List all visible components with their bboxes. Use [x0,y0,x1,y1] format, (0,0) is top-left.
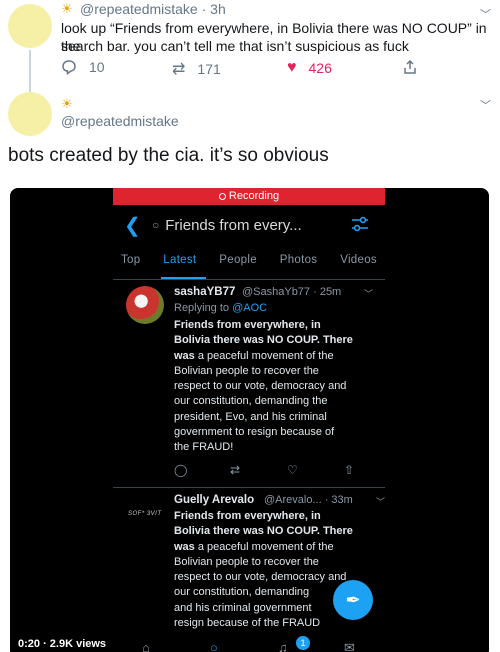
tweet-handle[interactable]: @repeatedmistake [61,113,179,129]
notification-badge: 1 [296,636,310,650]
compose-button[interactable]: ✒ [333,580,373,620]
tweet-line: our constitution, demanding the [174,395,328,408]
avatar[interactable] [8,4,52,48]
mail-icon[interactable]: ✉ [344,640,355,652]
tab-videos[interactable]: Videos [340,254,377,278]
tab-photos[interactable]: Photos [280,254,318,278]
tweet-meta: @Arevalo... · 33m [264,494,353,506]
tab-latest[interactable]: Latest [163,254,196,278]
retweet-icon: ⇄ [172,61,186,78]
retweet-count: 171 [197,61,221,77]
tab-people[interactable]: People [219,254,257,278]
search-query-text: Friends from every... [165,216,302,234]
heart-icon[interactable]: ♡ [287,463,298,477]
heart-icon: ♥ [287,59,297,76]
tweet-meta: @SashaYb77 · 25m [242,286,342,298]
like-count: 426 [308,60,332,76]
screen-recording-video[interactable]: Recording ❮ ○ Friends from every... Top … [10,188,489,652]
search-icon: ○ [152,218,160,232]
tweet-author-name[interactable]: sashaYB77 [174,286,235,298]
search-tabs: Top Latest People Photos Videos [113,254,385,278]
chevron-down-icon[interactable]: ﹀ [376,495,385,508]
replying-prefix: Replying to [174,302,230,314]
tab-top[interactable]: Top [121,254,140,278]
tweet-line: a peaceful movement of the [194,540,334,553]
tweet-line: Bolivian people to recover the [174,555,319,568]
handle-text[interactable]: @repeatedmistake [80,1,198,17]
tweet-line: Bolivian people to recover the [174,364,319,377]
back-chevron-icon[interactable]: ❮ [124,213,141,238]
tweet-author-name[interactable]: Guelly Arevalo [174,494,254,506]
filter-icon[interactable] [350,214,370,234]
tweet-line: was [174,540,195,553]
tweet-text-line: search bar. you can’t tell me that isn’t… [61,38,409,54]
tweet-line: Friends from everywhere, in [174,510,321,522]
tweet-handle[interactable]: @repeatedmistake · 3h [80,1,226,17]
divider [113,487,385,488]
tweet-line: government to resign because of [174,426,335,439]
compose-icon: ✒ [345,590,361,610]
reply-tweet-text: bots created by the cia. it’s so obvious [8,145,329,166]
tweet-line: a peaceful movement of the [194,349,334,362]
record-icon [218,193,226,200]
tweet-line: Bolivia there was NO COUP. There [174,525,353,538]
share-icon[interactable]: ⇧ [344,463,354,477]
home-icon[interactable]: ⌂ [142,640,150,652]
recording-label: Recording [228,190,280,202]
chevron-down-icon[interactable]: ﹀ [364,287,373,300]
tweet-line: the FRAUD! [174,441,234,454]
reply-icon[interactable]: ◯ [174,463,187,477]
replying-to-link[interactable]: @AOC [232,302,267,314]
sun-icon: ☀ [61,1,73,16]
avatar[interactable] [8,92,52,136]
tweet-line: president, Evo, and his criminal [174,410,327,423]
tweet-line: Friends from everywhere, in [174,319,321,331]
search-icon[interactable]: ○ [210,640,218,652]
sun-icon: ☀ [61,96,73,111]
tweet-line: was [174,349,195,362]
tweet-line: respect to our vote, democracy and [174,380,347,393]
bottom-nav: 0:20 · 2.9K views ⌂ ○ ♫ 1 ✉ [10,636,489,652]
recording-indicator: Recording [113,188,385,205]
thread-connector-line [29,50,31,92]
tweet-actions: ◯ ⇄ ♡ ⇧ [174,463,354,477]
chevron-down-icon[interactable]: ﹀ [480,97,491,113]
retweet-button[interactable]: ⇄ 171 [172,59,221,79]
reply-count: 10 [89,59,105,75]
video-time-views: 0:20 · 2.9K views [18,638,107,650]
tweet-body: Friends from everywhere, in Bolivia ther… [174,318,379,456]
search-input[interactable]: ○ Friends from every... [148,212,343,238]
bell-icon[interactable]: ♫ [278,640,288,652]
share-button[interactable] [402,59,430,75]
divider [113,279,385,280]
tweet-line: Bolivia there was NO COUP. There [174,334,353,347]
replying-to: Replying to @AOC [174,302,267,314]
like-button[interactable]: ♥ 426 [287,59,332,77]
tweet-time: · 3h [201,1,226,17]
avatar[interactable]: SOF* 3VIT [128,511,162,517]
share-icon [404,59,416,74]
avatar[interactable] [126,286,164,324]
retweet-icon[interactable]: ⇄ [230,463,240,477]
reply-button[interactable]: 10 [61,59,105,75]
reply-icon [62,60,76,75]
